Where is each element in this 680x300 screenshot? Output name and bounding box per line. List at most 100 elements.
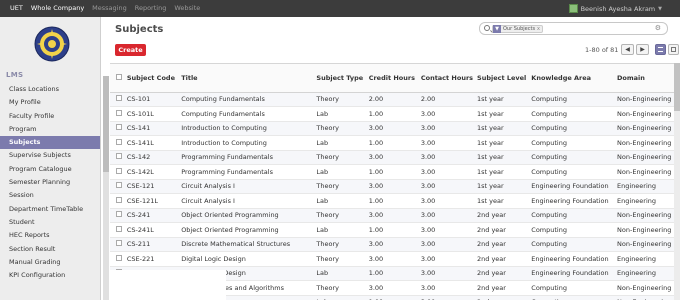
table-cell: CS-241 [126, 208, 182, 223]
table-cell: Computing [531, 164, 618, 180]
table-cell: 3.00 [368, 121, 421, 136]
column-header[interactable]: Credit Hours [368, 64, 421, 93]
table-cell: CS-142 [126, 150, 182, 165]
select-all-checkbox[interactable] [116, 73, 122, 80]
create-button[interactable]: Create [115, 44, 146, 56]
top-navbar: UET Whole Company Messaging Reporting We… [0, 0, 680, 17]
sidebar-item-department-timetable[interactable]: Department TimeTable [0, 203, 100, 216]
column-header[interactable]: Subject Level [477, 64, 532, 93]
row-checkbox-cell [110, 150, 127, 165]
table-row[interactable]: CSE-121 Circuit Analysis I Theory 3.00 3.00 1… [110, 179, 674, 194]
row-checkbox[interactable] [116, 254, 122, 261]
sidebar-scrollbar[interactable] [103, 76, 109, 300]
table-cell: CS-211 [126, 237, 182, 252]
sidebar-item-program[interactable]: Program [0, 123, 100, 136]
column-header[interactable]: Subject Type [316, 64, 369, 93]
table-cell: 3.00 [420, 237, 478, 252]
sidebar-item-kpi-configuration[interactable]: KPI Configuration [0, 269, 100, 282]
university-logo [34, 26, 70, 62]
sidebar-item-semester-planning[interactable]: Semester Planning [0, 176, 100, 189]
row-checkbox[interactable] [116, 153, 122, 160]
sidebar-item-student[interactable]: Student [0, 216, 100, 229]
table-cell: Non-Engineering [617, 135, 674, 151]
table-cell: 1st year [477, 106, 532, 122]
table-row[interactable]: CS-241 Object Oriented Programming Theory 3… [110, 208, 674, 223]
column-header[interactable]: Contact Hours [420, 64, 478, 93]
table-row[interactable]: CS-241L Object Oriented Programming Lab 1.0… [110, 222, 674, 238]
table-cell: Non-Engineering [617, 106, 674, 122]
column-header[interactable]: Title [181, 64, 317, 93]
nav-reporting[interactable]: Reporting [131, 0, 171, 17]
table-row[interactable]: CS-211 Discrete Mathematical Structures Th… [110, 237, 674, 252]
user-menu[interactable]: Beenish Ayesha Akram ▼ [568, 0, 662, 17]
table-cell: Lab [316, 106, 369, 122]
row-checkbox-cell [110, 193, 127, 209]
sidebar-scrollbar-thumb[interactable] [103, 76, 109, 172]
sidebar-item-hec-reports[interactable]: HEC Reports [0, 229, 100, 242]
column-header[interactable]: Subject Code [126, 64, 182, 93]
table-cell: Computing [531, 237, 618, 252]
sidebar-item-program-catalogue[interactable]: Program Catalogue [0, 163, 100, 176]
table-cell: Lab [316, 222, 369, 238]
table-row[interactable]: CS-142L Programming Fundamentals Lab 1.00 3.… [110, 164, 674, 180]
table-row[interactable]: CSE-221 Digital Logic Design Theory 3.00 3.0… [110, 251, 674, 267]
column-header[interactable]: Knowledge Area [531, 64, 618, 93]
search-options-icon[interactable]: ⚙ [655, 24, 661, 32]
row-checkbox[interactable] [116, 225, 122, 232]
search-facet[interactable]: ▼ Our Subjects x [492, 25, 544, 33]
row-checkbox[interactable] [116, 95, 122, 102]
sidebar-item-manual-grading[interactable]: Manual Grading [0, 256, 100, 269]
pager-previous-button[interactable]: ◀ [621, 44, 634, 55]
row-checkbox[interactable] [116, 240, 122, 247]
column-header[interactable]: Domain [617, 64, 674, 93]
sidebar-item-section-result[interactable]: Section Result [0, 243, 100, 256]
form-view-button[interactable] [668, 44, 679, 55]
nav-whole-company[interactable]: Whole Company [27, 0, 88, 17]
row-checkbox[interactable] [116, 167, 122, 174]
table-row[interactable]: CS-141 Introduction to Computing Theory 3.0… [110, 121, 674, 136]
pager-value[interactable]: 1-80 of 81 [585, 46, 618, 54]
remove-facet-icon[interactable]: x [535, 26, 542, 32]
table-cell: Lab [316, 193, 369, 209]
table-cell: 3.00 [420, 193, 478, 209]
row-checkbox[interactable] [116, 109, 122, 116]
table-cell: Object Oriented Programming [181, 208, 317, 223]
table-cell: 3.00 [420, 266, 478, 281]
row-checkbox-cell [110, 106, 127, 122]
table-cell: Computing [531, 106, 618, 122]
sidebar-item-faculty-profile[interactable]: Faculty Profile [0, 110, 100, 123]
row-checkbox[interactable] [116, 182, 122, 189]
table-cell: CSE-121L [126, 193, 182, 209]
table-cell: CS-141L [126, 135, 182, 151]
table-cell: Engineering Foundation [531, 179, 618, 194]
row-checkbox[interactable] [116, 138, 122, 145]
list-view-button[interactable] [655, 44, 666, 55]
table-cell: 3.00 [420, 135, 478, 151]
table-row[interactable]: CS-141L Introduction to Computing Lab 1.00 3… [110, 135, 674, 151]
sidebar-item-supervise-subjects[interactable]: Supervise Subjects [0, 149, 100, 162]
table-cell: 3.00 [368, 251, 421, 267]
page-title: Subjects [115, 24, 164, 35]
table-row[interactable]: CS-101L Computing Fundamentals Lab 1.00 3.00… [110, 106, 674, 122]
sidebar-item-class-locations[interactable]: Class Locations [0, 83, 100, 96]
row-checkbox[interactable] [116, 211, 122, 218]
search-bar[interactable]: ▼ Our Subjects x ⚙ [479, 22, 668, 35]
filter-icon: ▼ [493, 25, 501, 33]
row-checkbox[interactable] [116, 124, 122, 131]
brand-link[interactable]: UET [0, 0, 27, 17]
table-cell: Digital Logic Design [181, 251, 317, 267]
nav-website[interactable]: Website [170, 0, 204, 17]
row-checkbox[interactable] [116, 196, 122, 203]
sidebar-item-session[interactable]: Session [0, 189, 100, 202]
table-row[interactable]: CS-101 Computing Fundamentals Theory 2.00 2.… [110, 92, 674, 107]
table-row[interactable]: CSE-121L Circuit Analysis I Lab 1.00 3.00 1st… [110, 193, 674, 209]
nav-messaging[interactable]: Messaging [88, 0, 131, 17]
pager-next-button[interactable]: ▶ [636, 44, 649, 55]
table-scrollbar[interactable] [674, 63, 680, 300]
table-cell: Computing [531, 222, 618, 238]
table-row[interactable]: CS-142 Programming Fundamentals Theory 3.00… [110, 150, 674, 165]
sidebar-item-subjects[interactable]: Subjects [0, 136, 100, 150]
table-cell: CS-241L [126, 222, 182, 238]
sidebar-item-my-profile[interactable]: My Profile [0, 96, 100, 109]
table-scrollbar-thumb[interactable] [674, 63, 680, 111]
